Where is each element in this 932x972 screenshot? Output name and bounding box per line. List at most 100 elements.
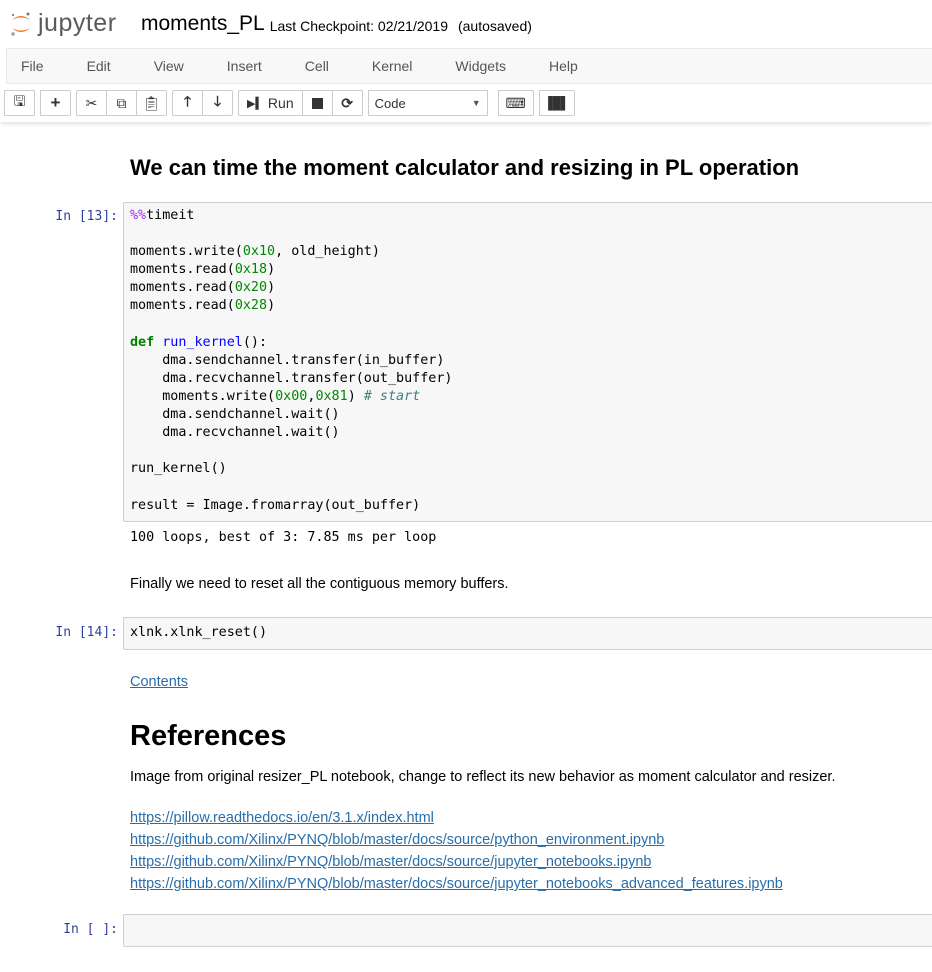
code-token: dma.recvchannel.transfer(out_buffer): [130, 370, 453, 386]
chart-button[interactable]: ▐█▌: [538, 90, 575, 116]
interrupt-button[interactable]: [301, 90, 333, 116]
cell-type-select[interactable]: Code ▼: [367, 90, 488, 116]
code-token: %%: [130, 208, 147, 223]
contents-link[interactable]: Contents: [130, 674, 188, 690]
reference-link[interactable]: https://github.com/Xilinx/PYNQ/blob/mast…: [130, 851, 783, 873]
menu-edit[interactable]: Edit: [87, 58, 111, 74]
stop-icon: [311, 97, 323, 109]
code-cell-input[interactable]: %%timeit moments.write(0x10, old_height) m…: [123, 202, 932, 522]
refresh-icon: ⟳: [341, 94, 353, 111]
code-token: timeit: [146, 208, 195, 223]
markdown-heading: We can time the moment calculator and re…: [130, 155, 800, 180]
code-token: dma.sendchannel.wait(): [130, 407, 340, 423]
move-down-button[interactable]: 🡓: [202, 90, 233, 116]
code-token: ): [267, 298, 276, 314]
menu-help[interactable]: Help: [549, 58, 578, 74]
code-line: def run_kernel():: [130, 334, 927, 352]
code-token: 0x20: [234, 280, 268, 296]
code-token: 0x81: [315, 388, 348, 404]
code-token: # start: [363, 388, 421, 404]
cut-button[interactable]: ✂: [76, 90, 107, 116]
autosave-status: (autosaved): [457, 17, 532, 34]
keyboard-icon: ⌨: [505, 94, 526, 111]
paste-icon: 📋︎: [142, 94, 161, 111]
code-token: ():: [242, 334, 268, 350]
references-heading: References: [130, 720, 287, 752]
code-line: dma.sendchannel.wait(): [130, 406, 927, 424]
code-token: run_kernel: [162, 334, 243, 350]
run-button[interactable]: ▶▍ Run: [238, 90, 303, 116]
arrow-down-icon: 🡓: [213, 93, 222, 109]
jupyter-logo[interactable]: jupyter: [10, 9, 135, 38]
menu-cell[interactable]: Cell: [305, 58, 329, 74]
code-token: ): [347, 388, 364, 404]
code-line: dma.recvchannel.wait(): [130, 424, 927, 442]
cell-prompt: In [ ]:: [63, 922, 118, 937]
code-line: moments.write(0x10, old_height): [130, 243, 927, 261]
code-cell-input[interactable]: xlnk.xlnk_reset(): [123, 617, 932, 650]
code-token: result = Image.fromarray(out_buffer): [130, 497, 421, 513]
reference-link[interactable]: https://pillow.readthedocs.io/en/3.1.x/i…: [130, 807, 783, 829]
references-text: Image from original resizer_PL notebook,…: [130, 769, 836, 785]
plus-icon: +: [50, 93, 61, 112]
toolbar: 🖫 + ✂ ⧉ 📋︎ 🡑 🡓 ▶▍ Run ⟳ Code ▼ ⌨ ▐█▌: [0, 84, 932, 122]
step-forward-icon: ▶▍: [247, 97, 264, 110]
code-token: dma.recvchannel.wait(): [130, 425, 340, 441]
menu-widgets[interactable]: Widgets: [455, 58, 506, 74]
code-line: moments.read(0x20): [130, 279, 927, 297]
arrow-up-icon: 🡑: [183, 93, 192, 109]
move-up-button[interactable]: 🡑: [172, 90, 203, 116]
copy-icon: ⧉: [116, 94, 127, 111]
insert-cell-button[interactable]: +: [40, 90, 71, 116]
caret-down-icon: ▼: [471, 98, 481, 108]
empty-code-cell-input[interactable]: [123, 914, 932, 947]
reference-link[interactable]: https://github.com/Xilinx/PYNQ/blob/mast…: [130, 829, 783, 851]
code-token: def: [130, 334, 155, 350]
code-token: run_kernel(): [130, 461, 227, 477]
markdown-text: Finally we need to reset all the contigu…: [130, 576, 509, 592]
menu-insert[interactable]: Insert: [227, 58, 262, 74]
copy-button[interactable]: ⧉: [106, 90, 137, 116]
code-line: moments.read(0x18): [130, 261, 927, 279]
code-token: moments.write(: [130, 388, 276, 404]
header: jupyter moments_PL Last Checkpoint: 02/2…: [0, 0, 932, 122]
run-label: Run: [267, 95, 294, 111]
menu-kernel[interactable]: Kernel: [372, 58, 412, 74]
save-button[interactable]: 🖫: [4, 90, 35, 116]
cell-prompt: In [13]:: [55, 209, 118, 224]
scissors-icon: ✂: [85, 94, 98, 111]
bar-chart-icon: ▐█▌: [543, 96, 570, 110]
code-line: moments.read(0x28): [130, 297, 927, 315]
menu-view[interactable]: View: [154, 58, 184, 74]
reference-link[interactable]: https://github.com/Xilinx/PYNQ/blob/mast…: [130, 873, 783, 895]
restart-button[interactable]: ⟳: [331, 90, 363, 116]
code-token: , old_height): [275, 244, 380, 260]
references-links: https://pillow.readthedocs.io/en/3.1.x/i…: [130, 807, 783, 895]
cell-output: 100 loops, best of 3: 7.85 ms per loop: [130, 530, 437, 545]
code-token: 0x18: [234, 262, 268, 278]
menu-file[interactable]: File: [21, 58, 44, 74]
checkpoint-status: Last Checkpoint: 02/21/2019: [269, 17, 448, 34]
menu-bar: File Edit View Insert Cell Kernel Widgets Help: [6, 48, 932, 84]
command-palette-button[interactable]: ⌨: [497, 90, 534, 116]
code-token: ): [267, 262, 276, 278]
code-line: run_kernel(): [130, 460, 927, 478]
code-line: %%timeit: [130, 207, 927, 225]
logo-text: jupyter: [38, 9, 117, 37]
floppy-icon: 🖫: [13, 93, 26, 109]
cell-prompt: In [14]:: [55, 625, 118, 640]
code-line: dma.sendchannel.transfer(in_buffer): [130, 352, 927, 370]
code-token: 0x10: [242, 244, 276, 260]
code-line: moments.write(0x00,0x81) # start: [130, 388, 927, 406]
jupyter-logo-icon: [11, 12, 30, 36]
code-token: 0x00: [275, 388, 308, 404]
code-token: moments.write(: [130, 244, 243, 260]
code-token: moments.read(: [130, 298, 235, 314]
code-token: ): [267, 280, 276, 296]
paste-button[interactable]: 📋︎: [136, 90, 167, 116]
notebook-name[interactable]: moments_PL: [141, 12, 265, 36]
